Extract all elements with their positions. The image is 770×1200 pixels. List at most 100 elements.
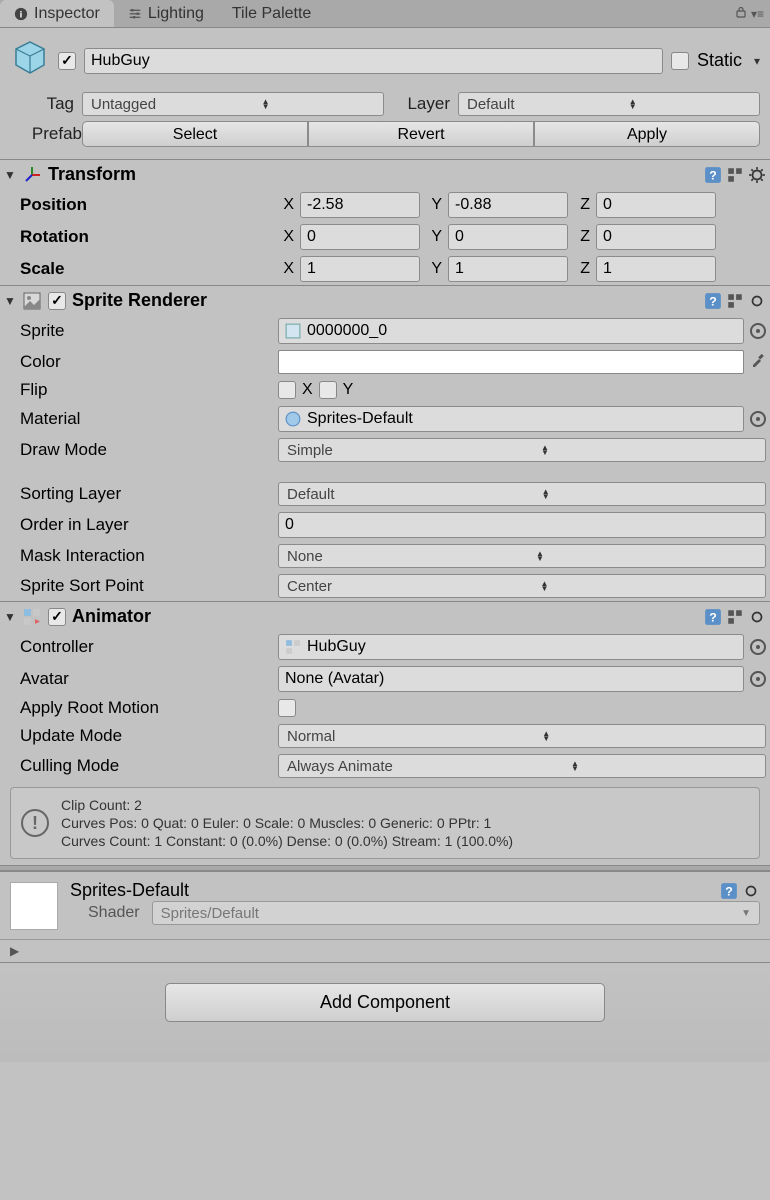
avatar-field[interactable]: None (Avatar) (278, 666, 744, 692)
info-line: Clip Count: 2 (61, 796, 513, 814)
gameobject-icon (10, 38, 50, 83)
animator-info-box: ! Clip Count: 2 Curves Pos: 0 Quat: 0 Eu… (10, 787, 760, 859)
flip-x-checkbox[interactable] (278, 381, 296, 399)
material-expand-icon[interactable]: ▶ (6, 944, 23, 958)
tab-lighting[interactable]: Lighting (114, 0, 218, 27)
foldout-icon[interactable]: ▼ (4, 168, 16, 182)
gameobject-name-input[interactable] (84, 48, 663, 74)
controller-value: HubGuy (307, 638, 366, 656)
culling-mode-dropdown[interactable]: Always Animate▲▼ (278, 754, 766, 778)
info-icon: i (14, 7, 28, 21)
mask-interaction-dropdown[interactable]: None▲▼ (278, 544, 766, 568)
add-component-button[interactable]: Add Component (165, 983, 605, 1022)
help-icon[interactable]: ? (704, 608, 722, 626)
static-label: Static (697, 50, 742, 71)
preset-icon[interactable] (726, 608, 744, 626)
controller-label: Controller (4, 637, 272, 657)
static-checkbox[interactable] (671, 52, 689, 70)
scale-label: Scale (4, 259, 272, 279)
rotation-y-input[interactable] (448, 224, 568, 250)
object-picker-icon[interactable] (750, 639, 766, 655)
tab-label: Inspector (34, 5, 100, 23)
flip-y-label: Y (343, 381, 354, 399)
object-picker-icon[interactable] (750, 411, 766, 427)
sprite-label: Sprite (4, 321, 272, 341)
help-icon[interactable]: ? (720, 882, 738, 900)
preset-icon[interactable] (726, 166, 744, 184)
x-label: X (278, 196, 294, 214)
tab-inspector[interactable]: i Inspector (0, 0, 114, 27)
svg-text:?: ? (709, 294, 717, 308)
mask-interaction-label: Mask Interaction (4, 546, 272, 566)
panel-menu-icon[interactable]: ▾≡ (751, 7, 764, 21)
rotation-z-input[interactable] (596, 224, 716, 250)
tag-value: Untagged (91, 96, 156, 113)
animator-title: Animator (72, 606, 151, 627)
shader-dropdown[interactable]: Sprites/Default ▼ (152, 901, 760, 925)
draw-mode-dropdown[interactable]: Simple▲▼ (278, 438, 766, 462)
sprite-sort-point-dropdown[interactable]: Center▲▼ (278, 574, 766, 598)
sorting-layer-dropdown[interactable]: Default▲▼ (278, 482, 766, 506)
position-x-input[interactable] (300, 192, 420, 218)
tag-dropdown[interactable]: Untagged ▲▼ (82, 92, 384, 116)
scale-z-input[interactable] (596, 256, 716, 282)
foldout-icon[interactable]: ▼ (4, 294, 16, 308)
lock-icon[interactable] (735, 5, 747, 23)
apply-root-motion-label: Apply Root Motion (4, 698, 272, 718)
object-picker-icon[interactable] (750, 323, 766, 339)
animator-enabled-checkbox[interactable] (48, 608, 66, 626)
layer-label: Layer (392, 94, 450, 114)
controller-field[interactable]: HubGuy (278, 634, 744, 660)
flip-label: Flip (4, 380, 272, 400)
scale-y-input[interactable] (448, 256, 568, 282)
apply-root-motion-checkbox[interactable] (278, 699, 296, 717)
object-picker-icon[interactable] (750, 671, 766, 687)
tab-tile-palette[interactable]: Tile Palette (218, 0, 325, 27)
sprite-sort-point-label: Sprite Sort Point (4, 576, 272, 596)
flip-x-label: X (302, 381, 313, 399)
prefab-apply-button[interactable]: Apply (534, 121, 760, 147)
sprite-field[interactable]: 0000000_0 (278, 318, 744, 344)
update-mode-dropdown[interactable]: Normal▲▼ (278, 724, 766, 748)
z-label: Z (574, 196, 590, 214)
color-field[interactable] (278, 350, 744, 374)
tab-bar: i Inspector Lighting Tile Palette ▾≡ (0, 0, 770, 28)
help-icon[interactable]: ? (704, 166, 722, 184)
info-line: Curves Count: 1 Constant: 0 (0.0%) Dense… (61, 832, 513, 850)
sprite-renderer-enabled-checkbox[interactable] (48, 292, 66, 310)
prefab-label: Prefab (10, 124, 82, 144)
material-field[interactable]: Sprites-Default (278, 406, 744, 432)
tab-extras: ▾≡ (735, 0, 770, 27)
prefab-select-button[interactable]: Select (82, 121, 308, 147)
layer-value: Default (467, 96, 515, 113)
transform-title: Transform (48, 164, 136, 185)
enabled-checkbox[interactable] (58, 52, 76, 70)
controller-asset-icon (285, 639, 301, 655)
info-icon: ! (21, 809, 49, 837)
flip-y-checkbox[interactable] (319, 381, 337, 399)
eyedropper-icon[interactable] (750, 352, 766, 373)
prefab-revert-button[interactable]: Revert (308, 121, 534, 147)
svg-text:i: i (20, 9, 23, 20)
order-in-layer-label: Order in Layer (4, 515, 272, 535)
layer-dropdown[interactable]: Default ▲▼ (458, 92, 760, 116)
svg-text:?: ? (725, 884, 733, 898)
position-z-input[interactable] (596, 192, 716, 218)
gear-icon[interactable] (742, 882, 760, 900)
gear-icon[interactable] (748, 608, 766, 626)
preset-icon[interactable] (726, 292, 744, 310)
tab-label: Lighting (148, 5, 204, 23)
material-name: Sprites-Default (70, 880, 189, 901)
scale-x-input[interactable] (300, 256, 420, 282)
rotation-x-input[interactable] (300, 224, 420, 250)
gear-icon[interactable] (748, 292, 766, 310)
position-y-input[interactable] (448, 192, 568, 218)
order-in-layer-input[interactable] (278, 512, 766, 538)
animator-icon (22, 607, 42, 627)
foldout-icon[interactable]: ▼ (4, 610, 16, 624)
y-label: Y (426, 196, 442, 214)
culling-mode-label: Culling Mode (4, 756, 272, 776)
static-dropdown-icon[interactable] (750, 52, 760, 70)
gear-icon[interactable] (748, 166, 766, 184)
help-icon[interactable]: ? (704, 292, 722, 310)
